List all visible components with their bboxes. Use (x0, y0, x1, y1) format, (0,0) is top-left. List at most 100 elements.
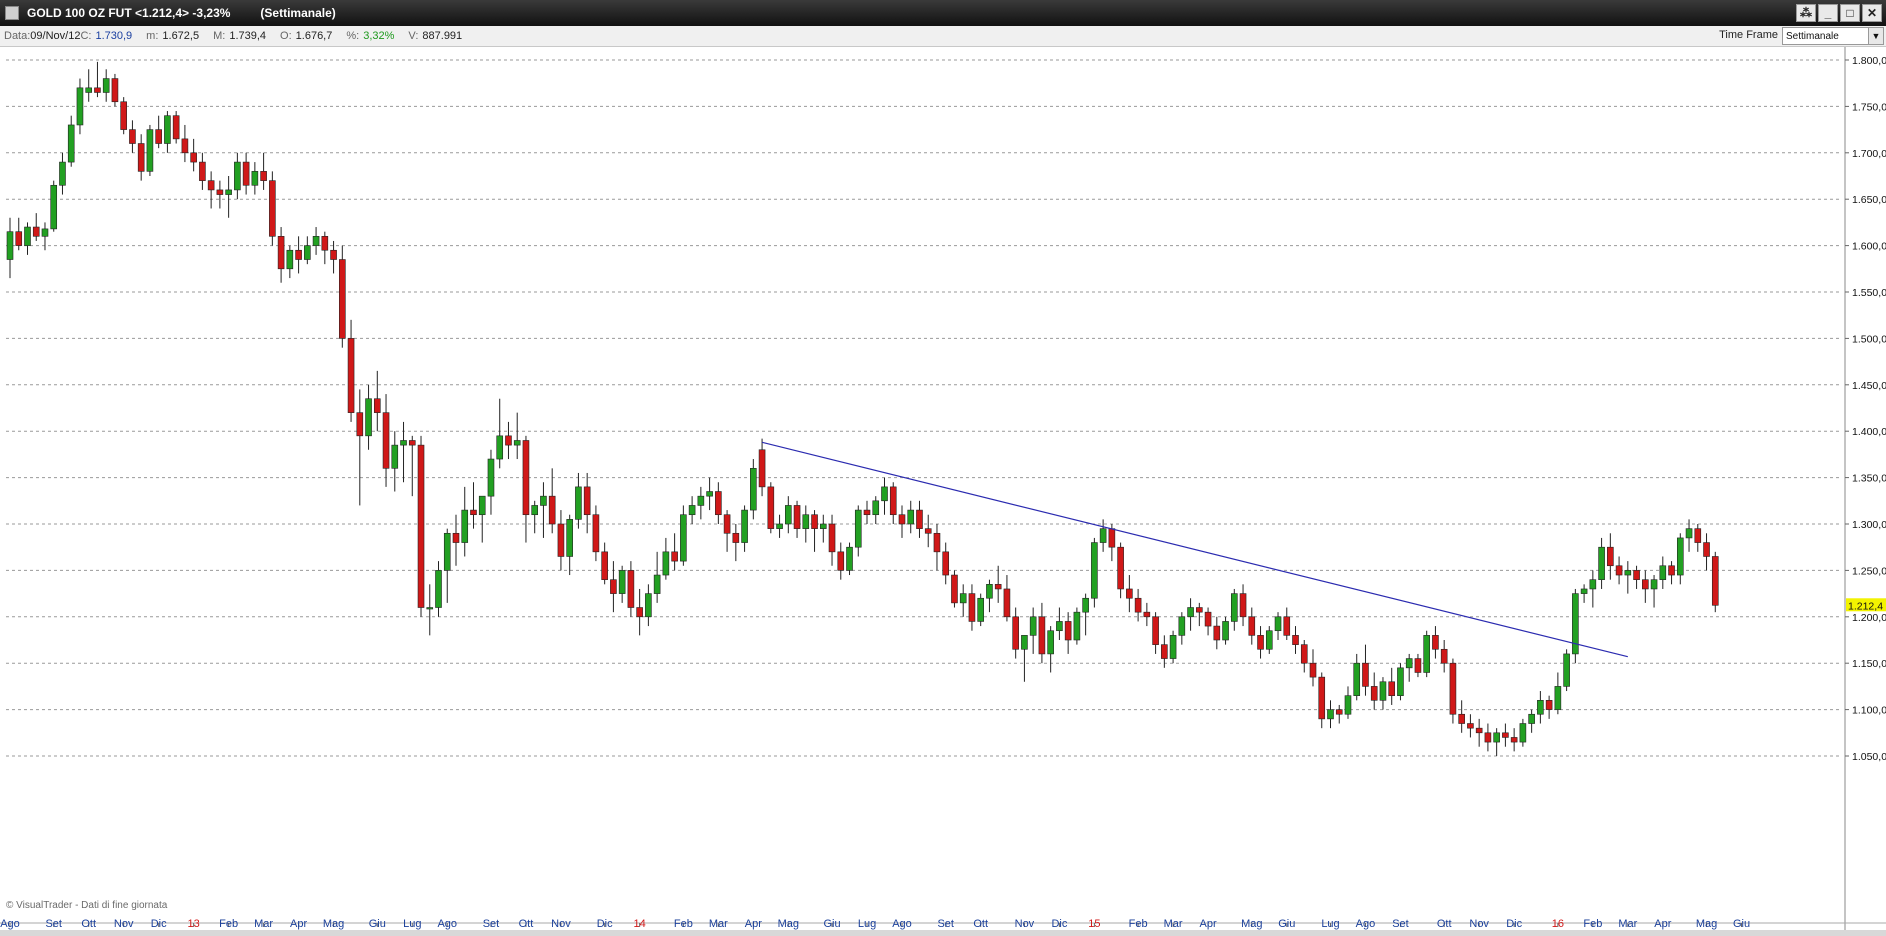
candle (863, 500, 871, 524)
candle (102, 69, 110, 102)
x-tick-label: Giu (1278, 918, 1295, 930)
candle (496, 398, 504, 469)
bearish-candle-body (1248, 616, 1256, 636)
y-tick-label: 1.550,0 (1852, 287, 1886, 299)
candle (417, 435, 425, 617)
price-axis: 1.050,0 1.100,0 1.150,0 1.200,0 1.250,0 1.300… (1845, 55, 1886, 763)
bearish-candle-body (1292, 635, 1299, 645)
candle (207, 171, 215, 209)
x-tick-label: Mar (1164, 918, 1183, 930)
candle (1624, 561, 1632, 594)
bearish-candle-body (1318, 676, 1326, 720)
candle (365, 384, 372, 450)
bearish-candle-body (592, 514, 600, 553)
bullish-candle-body (391, 444, 399, 469)
bullish-candle-body (365, 398, 372, 437)
bullish-candle-body (50, 184, 58, 230)
bearish-candle-body (452, 532, 460, 543)
candle (251, 162, 259, 195)
candle (741, 505, 748, 552)
bullish-candle-body (286, 249, 294, 270)
minimize-icon[interactable]: _ (1818, 4, 1838, 22)
candle (216, 180, 224, 209)
candle (1327, 700, 1334, 729)
candle (59, 152, 66, 195)
bottom-scroll-strip[interactable] (0, 930, 1886, 936)
bullish-candle-body (540, 495, 547, 506)
date-label: Data: (4, 30, 31, 42)
dropdown-arrow-icon[interactable]: ▼ (1868, 28, 1883, 44)
candle (1300, 640, 1308, 673)
bearish-candle-body (120, 101, 127, 130)
candle (1021, 635, 1028, 682)
candle (968, 584, 976, 631)
candle (435, 561, 442, 617)
bearish-candle-body (356, 412, 364, 437)
bullish-candle-body (164, 115, 171, 144)
bullish-candle-body (59, 161, 66, 186)
x-tick-label: Lug (1321, 918, 1339, 930)
maximize-icon[interactable]: □ (1840, 4, 1860, 22)
bullish-candle-body (1021, 635, 1028, 650)
bullish-candle-body (1353, 662, 1361, 696)
tools-icon[interactable]: ⁂ (1796, 4, 1816, 22)
bullish-candle-body (907, 509, 915, 525)
bullish-candle-body (1099, 528, 1107, 543)
bullish-candle-body (487, 458, 495, 497)
candle (1545, 695, 1553, 719)
candle (645, 584, 652, 627)
candle (234, 152, 241, 200)
bullish-candle-body (478, 495, 486, 516)
candle (575, 472, 582, 529)
candle (898, 505, 906, 538)
bearish-candle-body (1204, 611, 1212, 627)
bullish-candle-body (959, 593, 967, 604)
candle (242, 152, 250, 195)
bullish-candle-body (146, 129, 154, 172)
time-axis: Ago Set Ott Nov Dic 13 Feb Mar Apr Mag Giu Lug Ago Se… (0, 918, 1750, 930)
y-tick-label: 1.150,0 (1852, 658, 1886, 670)
x-tick-label: Ago (892, 918, 912, 930)
pct-value: 3,32% (363, 30, 395, 42)
candle (1607, 533, 1614, 580)
candle (1178, 612, 1186, 645)
x-tick-label: Mar (1618, 918, 1637, 930)
bearish-candle-body (1458, 713, 1465, 724)
candle (1047, 626, 1054, 673)
bearish-candle-body (811, 514, 818, 529)
x-tick-label: Giu (823, 918, 840, 930)
bearish-candle-body (1711, 556, 1719, 606)
candle (557, 510, 565, 571)
bullish-candle-body (102, 78, 110, 93)
bullish-candle-body (645, 593, 652, 618)
candle (802, 505, 810, 543)
bullish-candle-body (1047, 630, 1054, 655)
bearish-candle-body (837, 551, 845, 571)
candle (347, 319, 355, 422)
candle (146, 124, 154, 176)
candle (750, 459, 757, 520)
bearish-candle-body (968, 593, 976, 622)
high-label: M: (213, 30, 226, 42)
bullish-candle-body (653, 574, 661, 594)
candle (1318, 672, 1326, 729)
candle (137, 134, 145, 181)
bullish-candle-body (1082, 597, 1089, 613)
x-tick-label: Mag (323, 918, 344, 930)
price-chart[interactable]: 1.050,0 1.100,0 1.150,0 1.200,0 1.250,0 1.300… (0, 47, 1886, 930)
timeframe-select[interactable]: Settimanale ▼ (1782, 27, 1884, 45)
x-tick-label: Set (937, 918, 954, 930)
candle (1423, 630, 1430, 678)
candle (1589, 570, 1597, 608)
bullish-candle-body (566, 519, 573, 557)
bearish-candle-body (199, 161, 206, 181)
x-tick-label: Ott (1437, 918, 1452, 930)
bullish-candle-body (986, 584, 993, 599)
low-label: m: (146, 30, 159, 42)
volume-label: V: (408, 30, 419, 42)
bearish-candle-body (339, 259, 346, 339)
bearish-candle-body (269, 180, 276, 237)
bearish-candle-body (828, 523, 836, 553)
bullish-candle-body (872, 500, 880, 516)
close-icon[interactable]: ✕ (1862, 4, 1882, 22)
